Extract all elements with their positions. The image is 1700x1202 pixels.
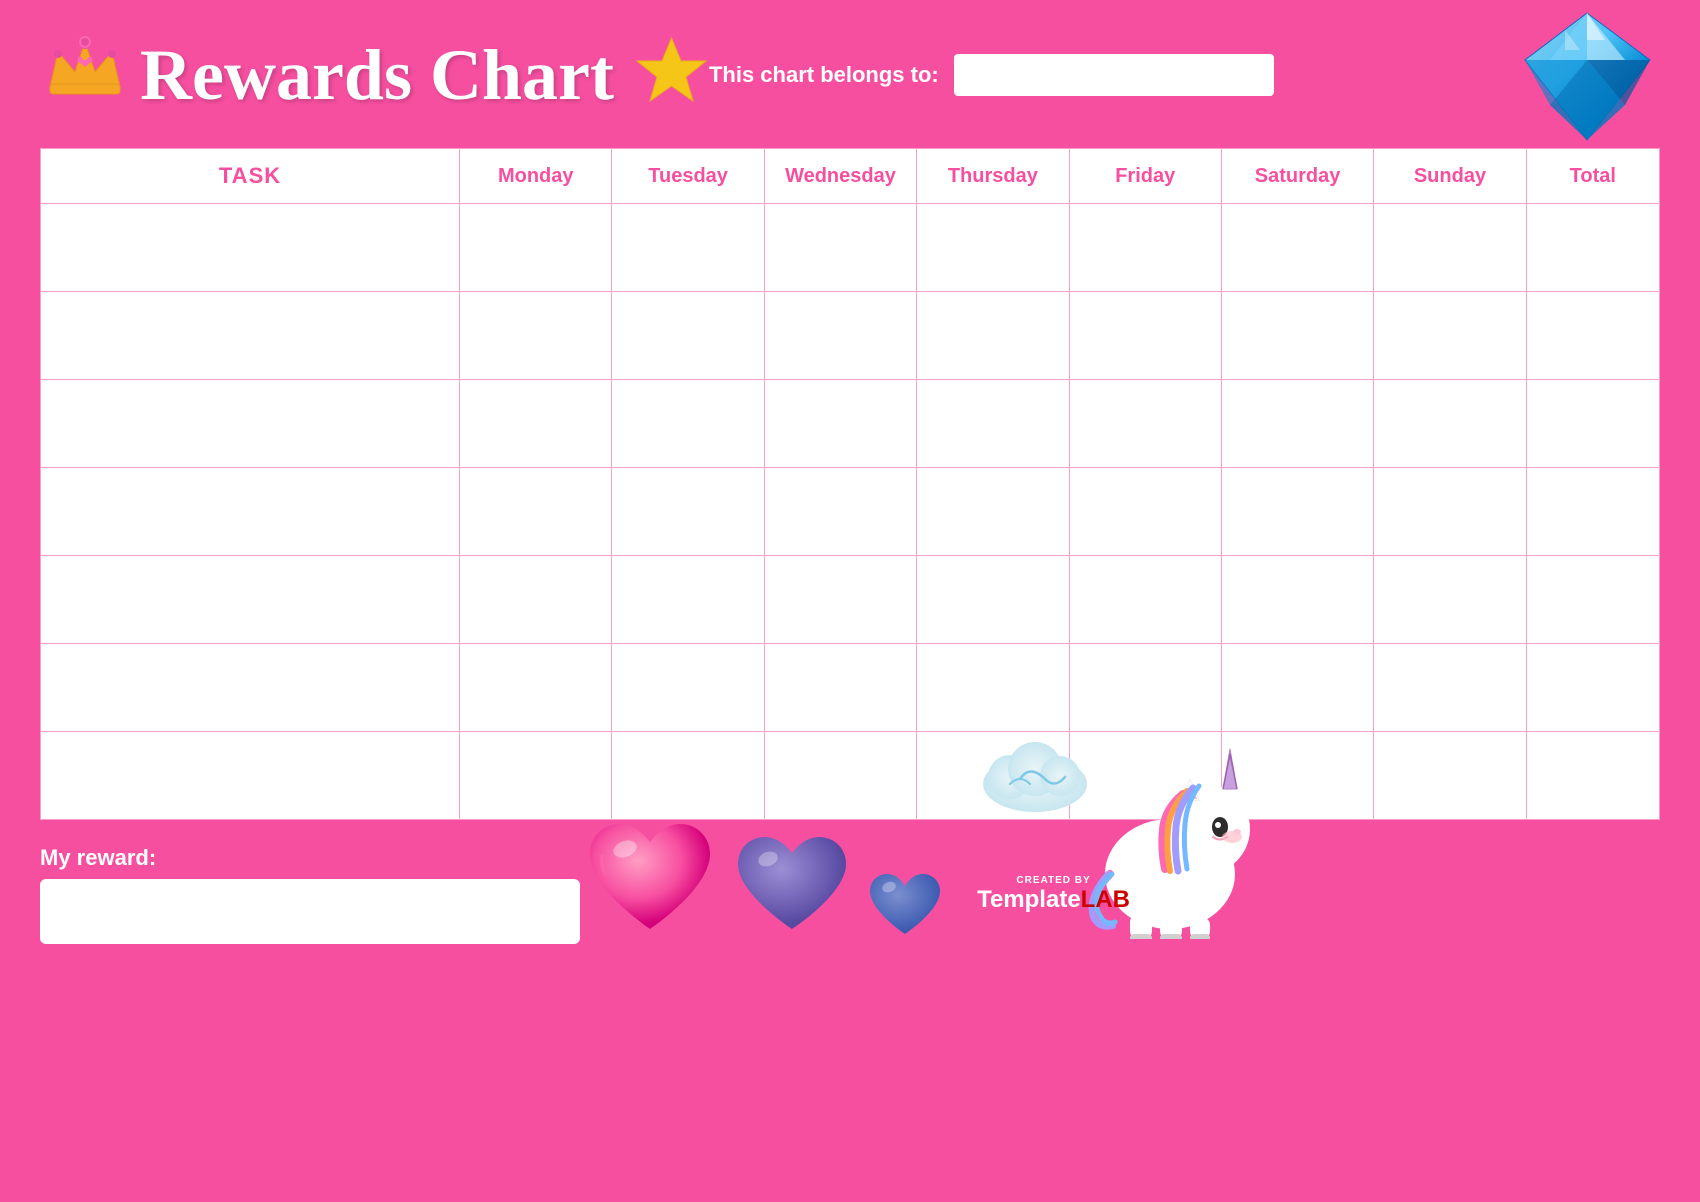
crown-icon xyxy=(40,22,130,119)
task-cell-1[interactable] xyxy=(41,204,460,292)
monday-cell-4[interactable] xyxy=(460,468,612,556)
saturday-cell-4[interactable] xyxy=(1221,468,1373,556)
sunday-cell-4[interactable] xyxy=(1374,468,1526,556)
thursday-cell-1[interactable] xyxy=(917,204,1069,292)
col-tuesday: Tuesday xyxy=(612,149,764,204)
friday-cell-5[interactable] xyxy=(1069,556,1221,644)
col-wednesday: Wednesday xyxy=(764,149,916,204)
col-saturday: Saturday xyxy=(1221,149,1373,204)
template-text: Template xyxy=(977,886,1081,913)
monday-cell-6[interactable] xyxy=(460,644,612,732)
task-cell-5[interactable] xyxy=(41,556,460,644)
lab-text: LAB xyxy=(1081,886,1130,913)
reward-area: My reward: xyxy=(40,845,580,944)
monday-cell-1[interactable] xyxy=(460,204,612,292)
table-row xyxy=(41,556,1660,644)
thursday-cell-2[interactable] xyxy=(917,292,1069,380)
table-row xyxy=(41,380,1660,468)
pink-heart-icon xyxy=(580,814,720,944)
tuesday-cell-5[interactable] xyxy=(612,556,764,644)
tuesday-cell-6[interactable] xyxy=(612,644,764,732)
saturday-cell-5[interactable] xyxy=(1221,556,1373,644)
tuesday-cell-2[interactable] xyxy=(612,292,764,380)
small-blue-heart-icon xyxy=(865,869,945,944)
total-cell-3[interactable] xyxy=(1526,380,1659,468)
task-cell-3[interactable] xyxy=(41,380,460,468)
thursday-cell-5[interactable] xyxy=(917,556,1069,644)
total-cell-5[interactable] xyxy=(1526,556,1659,644)
footer-decorations: CREATED BY TemplateLAB xyxy=(580,729,1265,944)
col-thursday: Thursday xyxy=(917,149,1069,204)
table-row xyxy=(41,468,1660,556)
reward-input[interactable] xyxy=(40,879,580,944)
monday-cell-2[interactable] xyxy=(460,292,612,380)
cloud-icon xyxy=(975,729,1095,814)
templatelab-brand: CREATED BY TemplateLAB xyxy=(977,875,1130,914)
wednesday-cell-2[interactable] xyxy=(764,292,916,380)
main-container: Rewards Chart This chart belongs to: xyxy=(0,0,1700,1202)
monday-cell-3[interactable] xyxy=(460,380,612,468)
friday-cell-2[interactable] xyxy=(1069,292,1221,380)
header: Rewards Chart This chart belongs to: xyxy=(40,20,1660,130)
task-cell-4[interactable] xyxy=(41,468,460,556)
saturday-cell-6[interactable] xyxy=(1221,644,1373,732)
templatelab-logo: TemplateLAB xyxy=(977,886,1130,914)
blue-heart-icon xyxy=(730,829,855,944)
table-header-row: TASK Monday Tuesday Wednesday Thursday F… xyxy=(41,149,1660,204)
star-icon xyxy=(634,33,709,118)
task-cell-7[interactable] xyxy=(41,732,460,820)
monday-cell-5[interactable] xyxy=(460,556,612,644)
saturday-cell-1[interactable] xyxy=(1221,204,1373,292)
friday-cell-1[interactable] xyxy=(1069,204,1221,292)
sunday-cell-2[interactable] xyxy=(1374,292,1526,380)
thursday-cell-4[interactable] xyxy=(917,468,1069,556)
saturday-cell-2[interactable] xyxy=(1221,292,1373,380)
cloud-unicorn-group: CREATED BY TemplateLAB xyxy=(975,729,1265,939)
col-monday: Monday xyxy=(460,149,612,204)
table-row xyxy=(41,204,1660,292)
wednesday-cell-5[interactable] xyxy=(764,556,916,644)
table-row xyxy=(41,292,1660,380)
table-row xyxy=(41,644,1660,732)
task-cell-6[interactable] xyxy=(41,644,460,732)
reward-label: My reward: xyxy=(40,845,580,871)
task-cell-2[interactable] xyxy=(41,292,460,380)
total-cell-6[interactable] xyxy=(1526,644,1659,732)
saturday-cell-3[interactable] xyxy=(1221,380,1373,468)
belongs-to-label: This chart belongs to: xyxy=(709,62,939,88)
col-task: TASK xyxy=(41,149,460,204)
total-cell-4[interactable] xyxy=(1526,468,1659,556)
wednesday-cell-4[interactable] xyxy=(764,468,916,556)
tuesday-cell-4[interactable] xyxy=(612,468,764,556)
title-text: Rewards Chart xyxy=(140,34,614,117)
total-cell-2[interactable] xyxy=(1526,292,1659,380)
sunday-cell-6[interactable] xyxy=(1374,644,1526,732)
total-cell-7[interactable] xyxy=(1526,732,1659,820)
tuesday-cell-1[interactable] xyxy=(612,204,764,292)
thursday-cell-6[interactable] xyxy=(917,644,1069,732)
sunday-cell-5[interactable] xyxy=(1374,556,1526,644)
wednesday-cell-1[interactable] xyxy=(764,204,916,292)
diamond-decoration xyxy=(1505,5,1670,155)
chart-table: TASK Monday Tuesday Wednesday Thursday F… xyxy=(40,148,1660,820)
sunday-cell-3[interactable] xyxy=(1374,380,1526,468)
wednesday-cell-6[interactable] xyxy=(764,644,916,732)
thursday-cell-3[interactable] xyxy=(917,380,1069,468)
friday-cell-6[interactable] xyxy=(1069,644,1221,732)
friday-cell-4[interactable] xyxy=(1069,468,1221,556)
belongs-to-input[interactable] xyxy=(954,54,1274,96)
sunday-cell-7[interactable] xyxy=(1374,732,1526,820)
footer-section: My reward: xyxy=(40,845,1660,944)
total-cell-1[interactable] xyxy=(1526,204,1659,292)
wednesday-cell-3[interactable] xyxy=(764,380,916,468)
col-total: Total xyxy=(1526,149,1659,204)
sunday-cell-1[interactable] xyxy=(1374,204,1526,292)
tuesday-cell-3[interactable] xyxy=(612,380,764,468)
friday-cell-3[interactable] xyxy=(1069,380,1221,468)
created-by-label: CREATED BY xyxy=(977,875,1130,886)
col-sunday: Sunday xyxy=(1374,149,1526,204)
col-friday: Friday xyxy=(1069,149,1221,204)
